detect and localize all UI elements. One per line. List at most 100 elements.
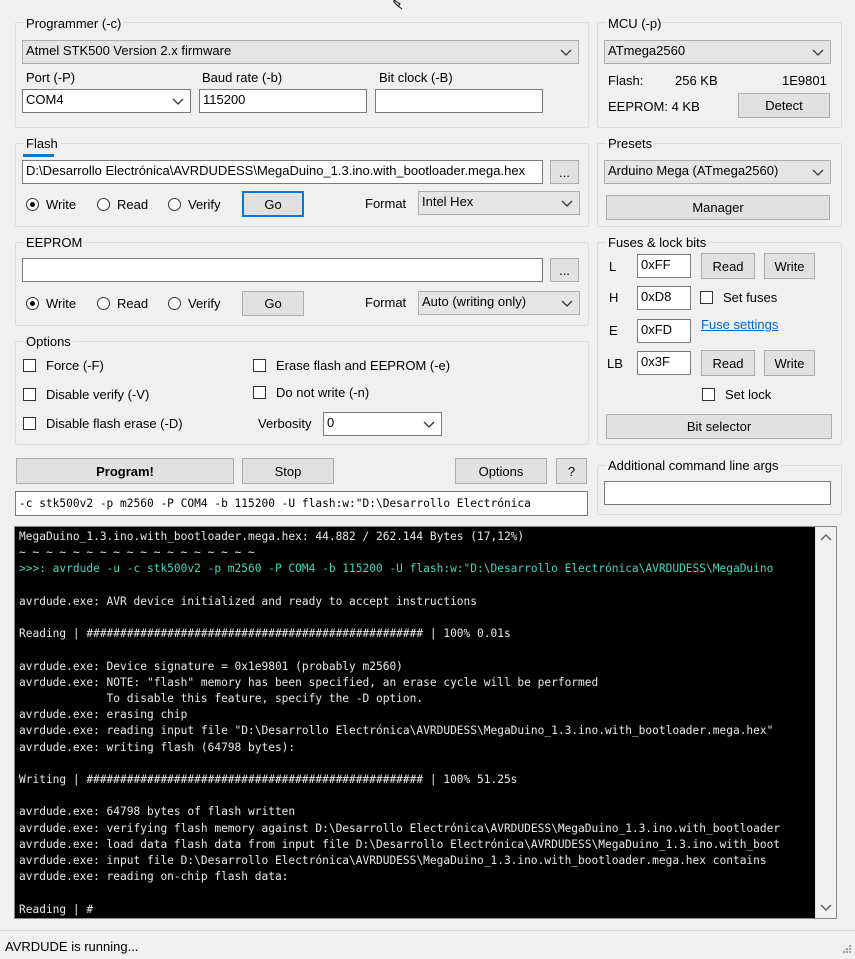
erase-flash-eeprom-checkbox[interactable]: Erase flash and EEPROM (-e)	[253, 358, 450, 373]
fuse-l-label: L	[609, 259, 617, 274]
eeprom-go-button[interactable]: Go	[242, 291, 304, 316]
console-line: avrdude.exe: AVR device initialized and …	[19, 594, 478, 608]
flash-format-select[interactable]: Intel Hex	[418, 191, 580, 215]
eeprom-format-select[interactable]: Auto (writing only)	[418, 291, 580, 315]
baud-rate-input[interactable]: 115200	[199, 89, 367, 113]
do-not-write-label: Do not write (-n)	[276, 385, 370, 400]
eeprom-write-radio[interactable]: Write	[26, 296, 76, 311]
status-text: AVRDUDE is running...	[5, 939, 139, 954]
flash-verify-label: Verify	[188, 197, 221, 212]
disable-verify-label: Disable verify (-V)	[46, 387, 150, 402]
detect-button[interactable]: Detect	[738, 93, 830, 118]
programmer-select-value: Atmel STK500 Version 2.x firmware	[26, 43, 232, 58]
fuse-h-input[interactable]: 0xD8	[637, 286, 691, 310]
port-select[interactable]: COM4	[22, 89, 191, 113]
flash-go-button[interactable]: Go	[242, 191, 304, 217]
flash-format-label: Format	[365, 196, 407, 211]
flash-verify-radio[interactable]: Verify	[168, 197, 221, 212]
eeprom-file-input[interactable]	[22, 258, 543, 282]
program-button-label: Program!	[96, 463, 154, 479]
mcu-flash-size: 256 KB	[675, 73, 718, 88]
console-line: avrdude.exe: reading on-chip flash data:	[19, 870, 289, 884]
chevron-down-icon	[561, 292, 573, 314]
fuse-l-input[interactable]: 0xFF	[637, 254, 691, 278]
disable-flash-erase-checkbox[interactable]: Disable flash erase (-D)	[23, 416, 183, 431]
chevron-down-icon	[561, 192, 573, 214]
fuse-e-label: E	[609, 323, 618, 338]
baud-rate-label: Baud rate (-b)	[202, 70, 283, 85]
eeprom-format-label: Format	[365, 295, 407, 310]
verbosity-select[interactable]: 0	[323, 412, 442, 436]
programmer-group-label: Programmer (-c)	[24, 16, 124, 31]
console-line: avrdude.exe: verifying flash memory agai…	[19, 821, 781, 835]
stop-button[interactable]: Stop	[242, 458, 334, 484]
mcu-flash-label: Flash:	[608, 73, 644, 88]
chevron-down-icon	[423, 413, 435, 435]
force-label: Force (-F)	[46, 358, 104, 373]
mcu-group-label: MCU (-p)	[606, 16, 664, 31]
console-line: avrdude.exe: 64798 bytes of flash writte…	[19, 805, 296, 819]
console-line: avrdude.exe: reading input file "D:\Desa…	[19, 724, 774, 738]
options-button[interactable]: Options	[455, 458, 547, 484]
console-line: avrdude.exe: Device signature = 0x1e9801…	[19, 659, 403, 673]
command-line-preview[interactable]: -c stk500v2 -p m2560 -P COM4 -b 115200 -…	[15, 491, 588, 516]
presets-select-value: Arduino Mega (ATmega2560)	[608, 163, 779, 178]
fuse-e-input[interactable]: 0xFD	[637, 319, 691, 343]
console-line: Writing | ##############################…	[19, 773, 518, 787]
fuse-write-button[interactable]: Write	[764, 253, 815, 279]
eeprom-read-label: Read	[117, 296, 149, 311]
lock-read-button[interactable]: Read	[701, 350, 755, 376]
port-label: Port (-P)	[26, 70, 76, 85]
console-scrollbar[interactable]	[815, 527, 836, 918]
flash-read-radio[interactable]: Read	[97, 197, 148, 212]
verbosity-label: Verbosity	[258, 416, 312, 431]
options-group-label: Options	[24, 334, 73, 349]
bit-selector-button[interactable]: Bit selector	[606, 414, 832, 439]
set-lock-label: Set lock	[725, 387, 772, 402]
eeprom-verify-radio[interactable]: Verify	[168, 296, 221, 311]
console-output[interactable]: MegaDuino_1.3.ino.with_bootloader.mega.h…	[14, 526, 837, 919]
console-text: MegaDuino_1.3.ino.with_bootloader.mega.h…	[15, 527, 836, 918]
force-checkbox[interactable]: Force (-F)	[23, 358, 104, 373]
set-lock-checkbox[interactable]: Set lock	[702, 387, 771, 402]
console-line: avrdude.exe: erasing chip	[19, 708, 188, 722]
mcu-select-value: ATmega2560	[608, 43, 686, 58]
flash-file-input[interactable]: D:\Desarrollo Electrónica\AVRDUDESS\Mega…	[22, 160, 543, 184]
bit-clock-input[interactable]	[375, 89, 543, 113]
flash-browse-button[interactable]: ...	[550, 160, 579, 184]
fuse-h-label: H	[609, 290, 619, 305]
scroll-down-icon[interactable]	[820, 904, 832, 912]
scroll-up-icon[interactable]	[820, 533, 832, 541]
presets-select[interactable]: Arduino Mega (ATmega2560)	[604, 160, 831, 184]
fuse-read-button[interactable]: Read	[701, 253, 755, 279]
eeprom-group-label: EEPROM	[24, 235, 85, 250]
fuse-settings-link[interactable]: Fuse settings	[701, 317, 778, 332]
set-fuses-checkbox[interactable]: Set fuses	[700, 290, 777, 305]
eeprom-browse-button[interactable]: ...	[550, 258, 579, 282]
mcu-select[interactable]: ATmega2560	[604, 40, 831, 64]
program-button[interactable]: Program!	[16, 458, 234, 484]
console-line: avrdude.exe: load data flash data from i…	[19, 837, 781, 851]
console-line: To disable this feature, specify the -D …	[19, 692, 424, 706]
disable-flash-erase-label: Disable flash erase (-D)	[46, 416, 183, 431]
eeprom-read-radio[interactable]: Read	[97, 296, 148, 311]
lock-write-button[interactable]: Write	[764, 350, 815, 376]
erase-flash-eeprom-label: Erase flash and EEPROM (-e)	[276, 358, 451, 373]
bit-clock-label: Bit clock (-B)	[379, 70, 453, 85]
manager-button[interactable]: Manager	[606, 195, 830, 220]
flash-write-radio[interactable]: Write	[26, 197, 76, 212]
resize-grip-icon[interactable]	[840, 944, 852, 956]
help-button[interactable]: ?	[556, 458, 587, 484]
chevron-down-icon	[812, 41, 824, 63]
port-select-value: COM4	[26, 92, 64, 107]
console-line: ~ ~ ~ ~ ~ ~ ~ ~ ~ ~ ~ ~ ~ ~ ~ ~ ~ ~	[19, 546, 255, 560]
programmer-select[interactable]: Atmel STK500 Version 2.x firmware	[22, 40, 579, 64]
additional-args-input[interactable]	[604, 481, 831, 505]
eeprom-verify-label: Verify	[188, 296, 221, 311]
status-bar: AVRDUDE is running...	[0, 930, 855, 959]
do-not-write-checkbox[interactable]: Do not write (-n)	[253, 385, 369, 400]
disable-verify-checkbox[interactable]: Disable verify (-V)	[23, 387, 149, 402]
fuse-lb-input[interactable]: 0x3F	[637, 351, 691, 375]
flash-group-label: Flash	[24, 136, 60, 151]
console-line: MegaDuino_1.3.ino.with_bootloader.mega.h…	[19, 530, 525, 543]
